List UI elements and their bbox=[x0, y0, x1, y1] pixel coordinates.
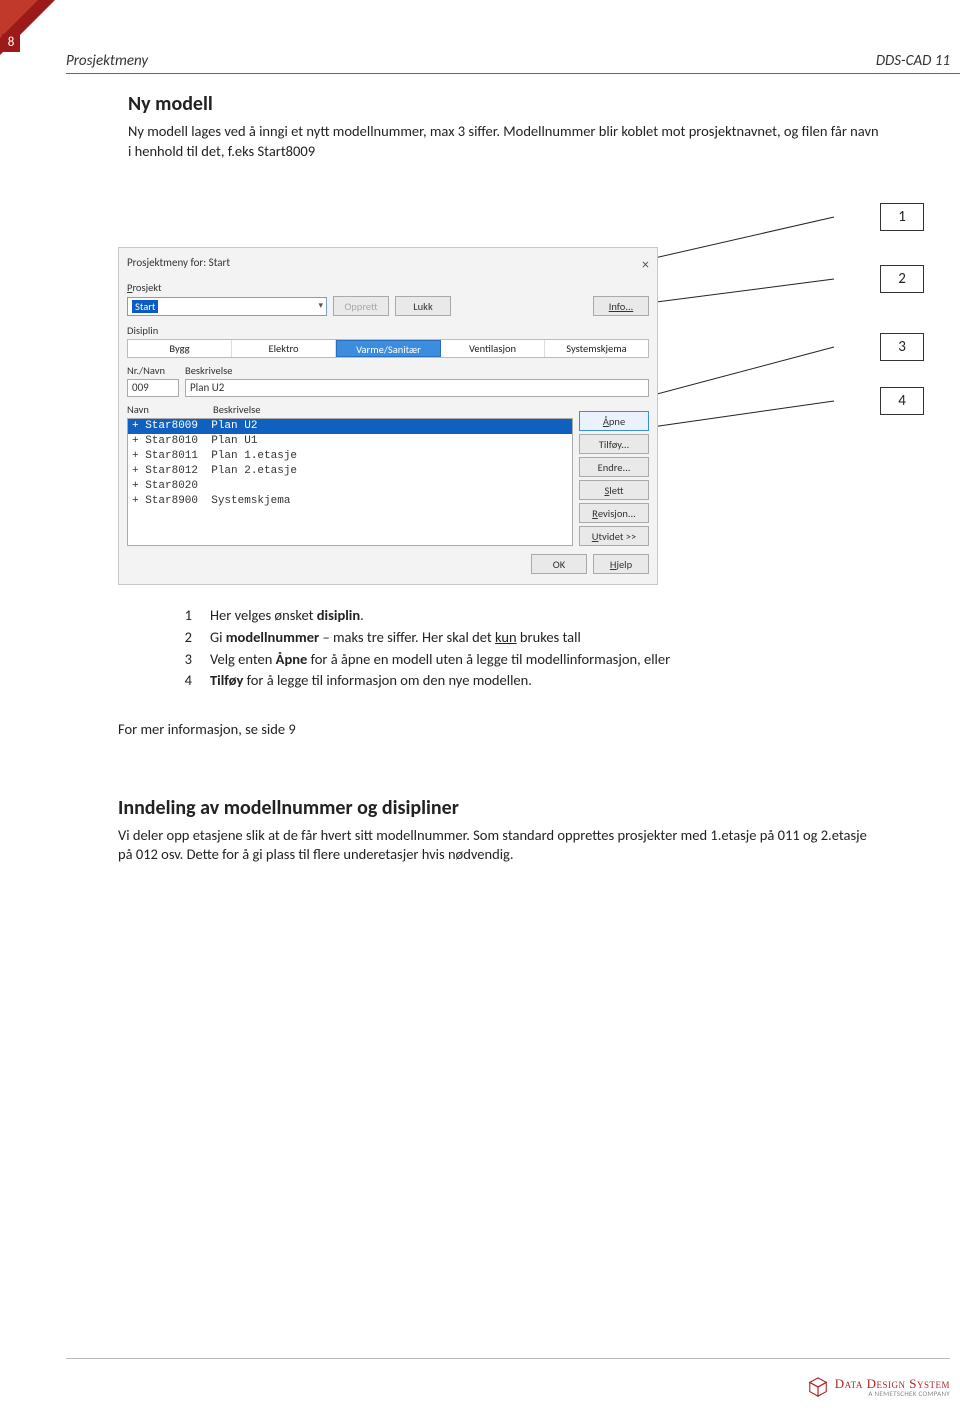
legend-text-4: Tilføy for å legge til informasjon om de… bbox=[210, 670, 532, 692]
legend-text-2: Gi modellnummer – maks tre siffer. Her s… bbox=[210, 627, 581, 649]
col-header-beskrivelse: Beskrivelse bbox=[213, 403, 261, 416]
legend-list: 1 Her velges ønsket disiplin. 2 Gi model… bbox=[178, 605, 880, 692]
help-button[interactable]: Hjelp bbox=[593, 554, 649, 574]
tab-varme-sanitaer[interactable]: Varme/Sanitær bbox=[336, 340, 441, 357]
dds-logo-icon bbox=[807, 1376, 829, 1398]
disiplin-group-label: Disiplin bbox=[127, 324, 649, 337]
chevron-down-icon: ▾ bbox=[318, 300, 323, 311]
beskrivelse-input[interactable]: Plan U2 bbox=[185, 379, 649, 397]
footer-tagline: A NEMETSCHEK COMPANY bbox=[868, 1390, 950, 1397]
legend-num-3: 3 bbox=[178, 649, 192, 671]
tab-elektro[interactable]: Elektro bbox=[232, 340, 336, 357]
legend-text-1: Her velges ønsket disiplin. bbox=[210, 605, 364, 627]
legend-num-1: 1 bbox=[178, 605, 192, 627]
tab-ventilasjon[interactable]: Ventilasjon bbox=[441, 340, 545, 357]
prosjekt-group-label: PProsjektrosjekt bbox=[127, 281, 649, 294]
lukk-button[interactable]: Lukk bbox=[395, 296, 451, 316]
disiplin-tabs: Bygg Elektro Varme/Sanitær Ventilasjon S… bbox=[127, 339, 649, 358]
model-list[interactable]: + Star8009 Plan U2 + Star8010 Plan U1 + … bbox=[127, 418, 573, 546]
section-para-inndeling: Vi deler opp etasjene slik at de får hve… bbox=[118, 826, 880, 865]
page-number: 8 bbox=[2, 34, 20, 52]
prosjekt-select-value: Start bbox=[132, 300, 158, 313]
legend-num-4: 4 bbox=[178, 670, 192, 692]
header-left: Prosjektmeny bbox=[66, 52, 148, 73]
list-item[interactable]: + Star8011 Plan 1.etasje bbox=[128, 449, 572, 464]
nr-input[interactable]: 009 bbox=[127, 379, 179, 397]
apne-button[interactable]: Åpne bbox=[579, 411, 649, 431]
col-header-navn: Navn bbox=[127, 403, 213, 416]
legend-text-3: Velg enten Åpne for å åpne en modell ute… bbox=[210, 649, 670, 671]
callout-4: 4 bbox=[880, 387, 924, 415]
dialog-title: Prosjektmeny for: Start bbox=[127, 256, 230, 273]
list-item[interactable]: + Star8900 Systemskjema bbox=[128, 494, 572, 509]
beskrivelse-label: Beskrivelse bbox=[185, 364, 233, 377]
endre-button[interactable]: Endre... bbox=[579, 457, 649, 477]
header-right: DDS-CAD 11 bbox=[876, 52, 950, 73]
list-item[interactable]: + Star8020 bbox=[128, 479, 572, 494]
list-item[interactable]: + Star8009 Plan U2 bbox=[128, 419, 572, 434]
opprett-button[interactable]: Opprett bbox=[333, 296, 389, 316]
page-header: Prosjektmeny DDS-CAD 11 bbox=[66, 52, 960, 74]
revisjon-button[interactable]: Revisjon... bbox=[579, 503, 649, 523]
tab-bygg[interactable]: Bygg bbox=[128, 340, 232, 357]
callout-2: 2 bbox=[880, 265, 924, 293]
list-item[interactable]: + Star8012 Plan 2.etasje bbox=[128, 464, 572, 479]
dialog-window: Prosjektmeny for: Start × PProsjektrosje… bbox=[118, 247, 658, 585]
more-info-text: For mer informasjon, se side 9 bbox=[118, 720, 880, 740]
close-icon[interactable]: × bbox=[642, 256, 649, 273]
info-button[interactable]: Info... bbox=[593, 296, 649, 316]
tab-systemskjema[interactable]: Systemskjema bbox=[545, 340, 648, 357]
section-title-inndeling: Inndeling av modellnummer og disipliner bbox=[118, 796, 880, 820]
callout-1: 1 bbox=[880, 203, 924, 231]
slett-button[interactable]: Slett bbox=[579, 480, 649, 500]
section-para-ny-modell: Ny modell lages ved å inngi et nytt mode… bbox=[128, 122, 880, 161]
page-footer: Data Design System A NEMETSCHEK COMPANY bbox=[66, 1358, 950, 1398]
prosjekt-select[interactable]: Start ▾ bbox=[127, 297, 327, 316]
callout-3: 3 bbox=[880, 333, 924, 361]
utvidet-button[interactable]: Utvidet >> bbox=[579, 526, 649, 546]
section-title-ny-modell: Ny modell bbox=[128, 92, 880, 116]
tilfoy-button[interactable]: Tilføy... bbox=[579, 434, 649, 454]
dialog-illustration: 1 2 3 4 Prosjektmeny for: Start × PProsj… bbox=[128, 211, 880, 591]
list-item[interactable]: + Star8010 Plan U1 bbox=[128, 434, 572, 449]
nrnavn-label: Nr./Navn bbox=[127, 364, 179, 377]
legend-num-2: 2 bbox=[178, 627, 192, 649]
ok-button[interactable]: OK bbox=[531, 554, 587, 574]
